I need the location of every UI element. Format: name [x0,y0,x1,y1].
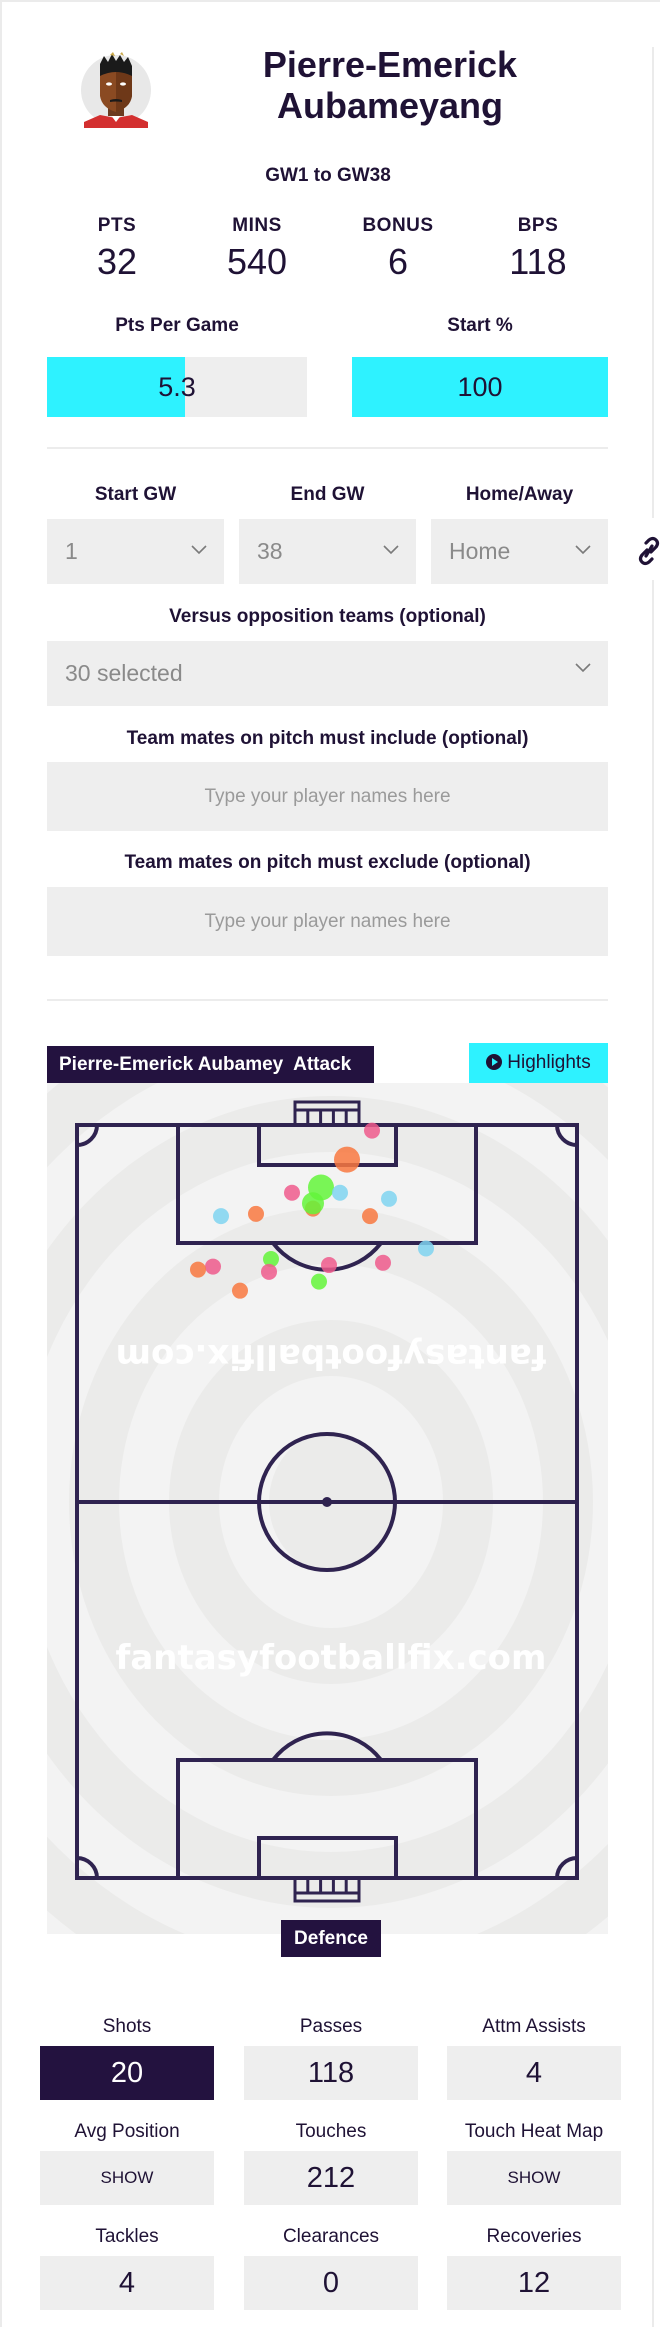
shot-marker-blue [418,1240,434,1257]
end-gw-value: 38 [257,538,283,564]
highlights-label: Highlights [507,1052,591,1073]
stat-tile-avg-position[interactable]: SHOW [40,2151,214,2205]
shot-marker-green [311,1273,327,1290]
shot-marker-orange [362,1208,378,1225]
opposition-label: Versus opposition teams (optional) [169,606,486,627]
start-gw-value: 1 [65,538,78,564]
opposition-select[interactable]: 30 selected [47,641,608,706]
shot-marker-orange [334,1146,360,1173]
frame-border-top [0,0,660,2]
defence-label: Defence [281,1920,381,1957]
summary-value: 6 [387,241,409,282]
stat-label-avg-position: Avg Position [74,2121,180,2142]
start-gw-select[interactable]: 1 [47,519,224,584]
stat-label-touch-heat-map: Touch Heat Map [464,2121,604,2142]
summary-label: PTS [97,215,137,236]
summary-bonus: BONUS 6 [328,212,468,284]
include-label: Team mates on pitch must include (option… [126,728,529,749]
shot-marker-orange [190,1261,206,1278]
link-icon[interactable] [636,536,660,566]
player-first-name: Pierre-Emerick [262,44,518,85]
shot-marker-pink [261,1263,277,1280]
summary-value: 32 [96,241,138,282]
summary-label: BPS [517,215,559,236]
home-away-value: Home [449,538,511,564]
player-last-name: Aubameyang [276,85,504,126]
watermark-text-inverted: fantasyfootballfix.com [116,1336,547,1376]
end-gw-label: End GW [290,484,365,505]
summary-value: 540 [226,241,288,282]
summary-value: 118 [509,241,567,282]
include-players-input[interactable]: Type your player names here [47,762,608,831]
watermark-text: fantasyfootballfix.com [116,1638,547,1678]
summary-pts: PTS 32 [47,212,187,284]
frame-border-right [652,47,654,2327]
centre-spot [322,1497,332,1507]
home-away-label: Home/Away [465,484,574,505]
start-pct-value: 100 [457,372,503,402]
exclude-players-input[interactable]: Type your player names here [47,887,608,956]
shot-map-pitch: fantasyfootballfix.com fantasyfootballfix… [47,1083,608,1934]
stat-tile-clearances[interactable]: 0 [244,2256,418,2310]
shot-marker-blue [332,1184,348,1201]
summary-label: BONUS [362,215,434,236]
opposition-value: 30 selected [65,660,183,686]
ppg-value: 5.3 [158,372,196,402]
shot-marker-blue [213,1208,229,1225]
stat-tile-shots[interactable]: 20 [40,2046,214,2100]
shot-marker-pink [284,1184,300,1201]
stat-label-shots: Shots [102,2016,152,2037]
stat-tile-passes[interactable]: 118 [244,2046,418,2100]
shot-marker-pink [364,1122,380,1139]
shot-marker-orange [248,1205,264,1222]
chevron-down-icon [191,545,207,555]
stat-label-attm-assists: Attm Assists [482,2016,586,2037]
start-gw-label: Start GW [94,484,177,505]
shot-marker-pink [375,1254,391,1271]
stat-tile-touches[interactable]: 212 [244,2151,418,2205]
play-circle-icon [486,1054,503,1070]
stat-label-recoveries: Recoveries [486,2226,582,2247]
shot-marker-pink [321,1257,337,1274]
highlights-button[interactable]: Highlights [469,1043,608,1083]
chevron-down-icon [575,545,591,555]
shot-marker-pink [205,1258,221,1275]
divider [47,447,608,449]
exclude-label: Team mates on pitch must exclude (option… [124,852,531,873]
summary-bps: BPS 118 [468,212,608,284]
summary-label: MINS [232,215,282,236]
player-name: Pierre-Emerick Aubameyang [230,44,550,126]
stat-label-tackles: Tackles [95,2226,159,2247]
chevron-down-icon [383,545,399,555]
divider [47,999,608,1001]
chevron-down-icon [575,663,591,673]
stat-label-touches: Touches [295,2121,367,2142]
start-pct-bar: 100 [352,357,608,417]
end-gw-select[interactable]: 38 [239,519,416,584]
home-away-select[interactable]: Home [431,519,608,584]
shot-marker-orange [232,1282,248,1299]
shot-marker-blue [381,1190,397,1207]
stat-tile-tackles[interactable]: 4 [40,2256,214,2310]
start-pct-label: Start % [447,315,513,336]
shot-marker-green [302,1192,324,1215]
stat-tile-attm-assists[interactable]: 4 [447,2046,621,2100]
summary-mins: MINS 540 [187,212,327,284]
ppg-label: Pts Per Game [115,315,239,336]
ppg-bar: 5.3 [47,357,307,417]
stat-label-passes: Passes [299,2016,363,2037]
gameweek-range: GW1 to GW38 [265,165,391,186]
stat-tile-recoveries[interactable]: 12 [447,2256,621,2310]
player-avatar-icon [81,52,151,128]
frame-border-left [0,0,2,2327]
pitch-title: Pierre-Emerick Aubamey Attack [47,1046,374,1083]
stat-tile-touch-heat-map[interactable]: SHOW [447,2151,621,2205]
stat-label-clearances: Clearances [282,2226,380,2247]
